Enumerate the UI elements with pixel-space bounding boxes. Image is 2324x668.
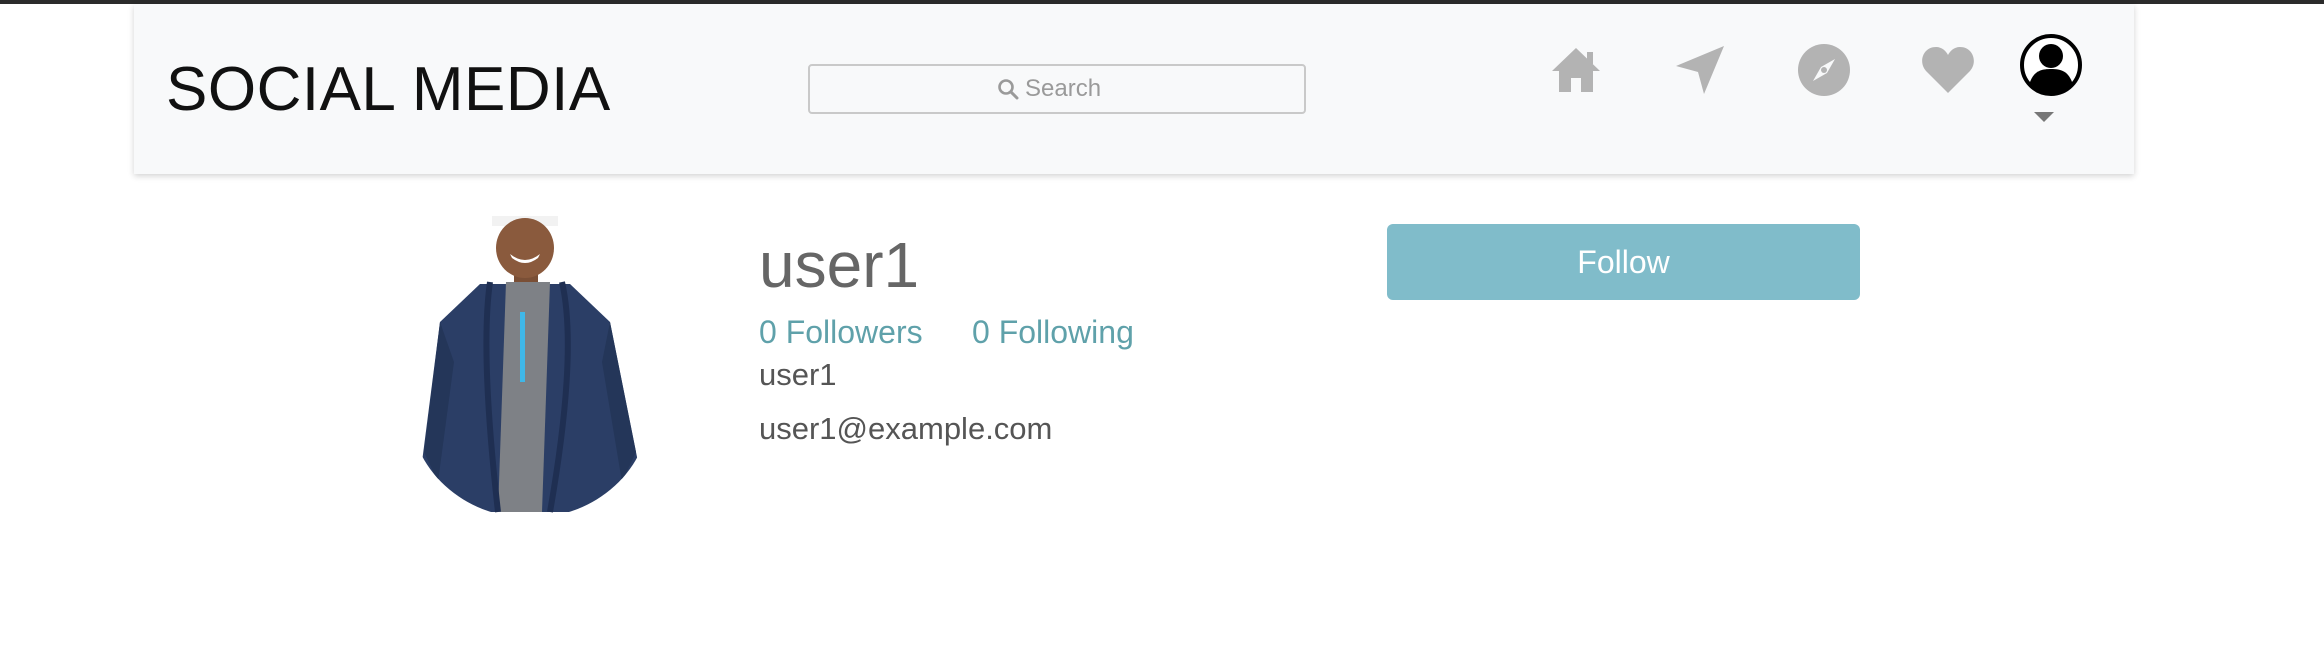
- navbar: SOCIAL MEDIA: [134, 4, 2134, 174]
- explore-icon[interactable]: [1794, 40, 1854, 100]
- follow-button[interactable]: Follow: [1387, 224, 1860, 300]
- send-icon[interactable]: [1670, 40, 1730, 100]
- followers-count-link[interactable]: 0 Followers: [759, 314, 923, 351]
- brand-title[interactable]: SOCIAL MEDIA: [166, 54, 611, 125]
- heart-icon[interactable]: [1918, 40, 1978, 100]
- search-input[interactable]: [1023, 74, 1117, 104]
- following-count-link[interactable]: 0 Following: [972, 314, 1134, 351]
- home-icon[interactable]: [1546, 40, 1606, 100]
- profile-name: user1: [759, 357, 837, 392]
- profile-email: user1@example.com: [759, 411, 1053, 446]
- search-icon: [998, 79, 1019, 100]
- profile-username: user1: [759, 229, 920, 301]
- profile-avatar: [410, 212, 650, 518]
- profile-icon[interactable]: [2018, 32, 2084, 98]
- search-box[interactable]: [808, 64, 1306, 114]
- chevron-down-icon[interactable]: [2034, 112, 2054, 122]
